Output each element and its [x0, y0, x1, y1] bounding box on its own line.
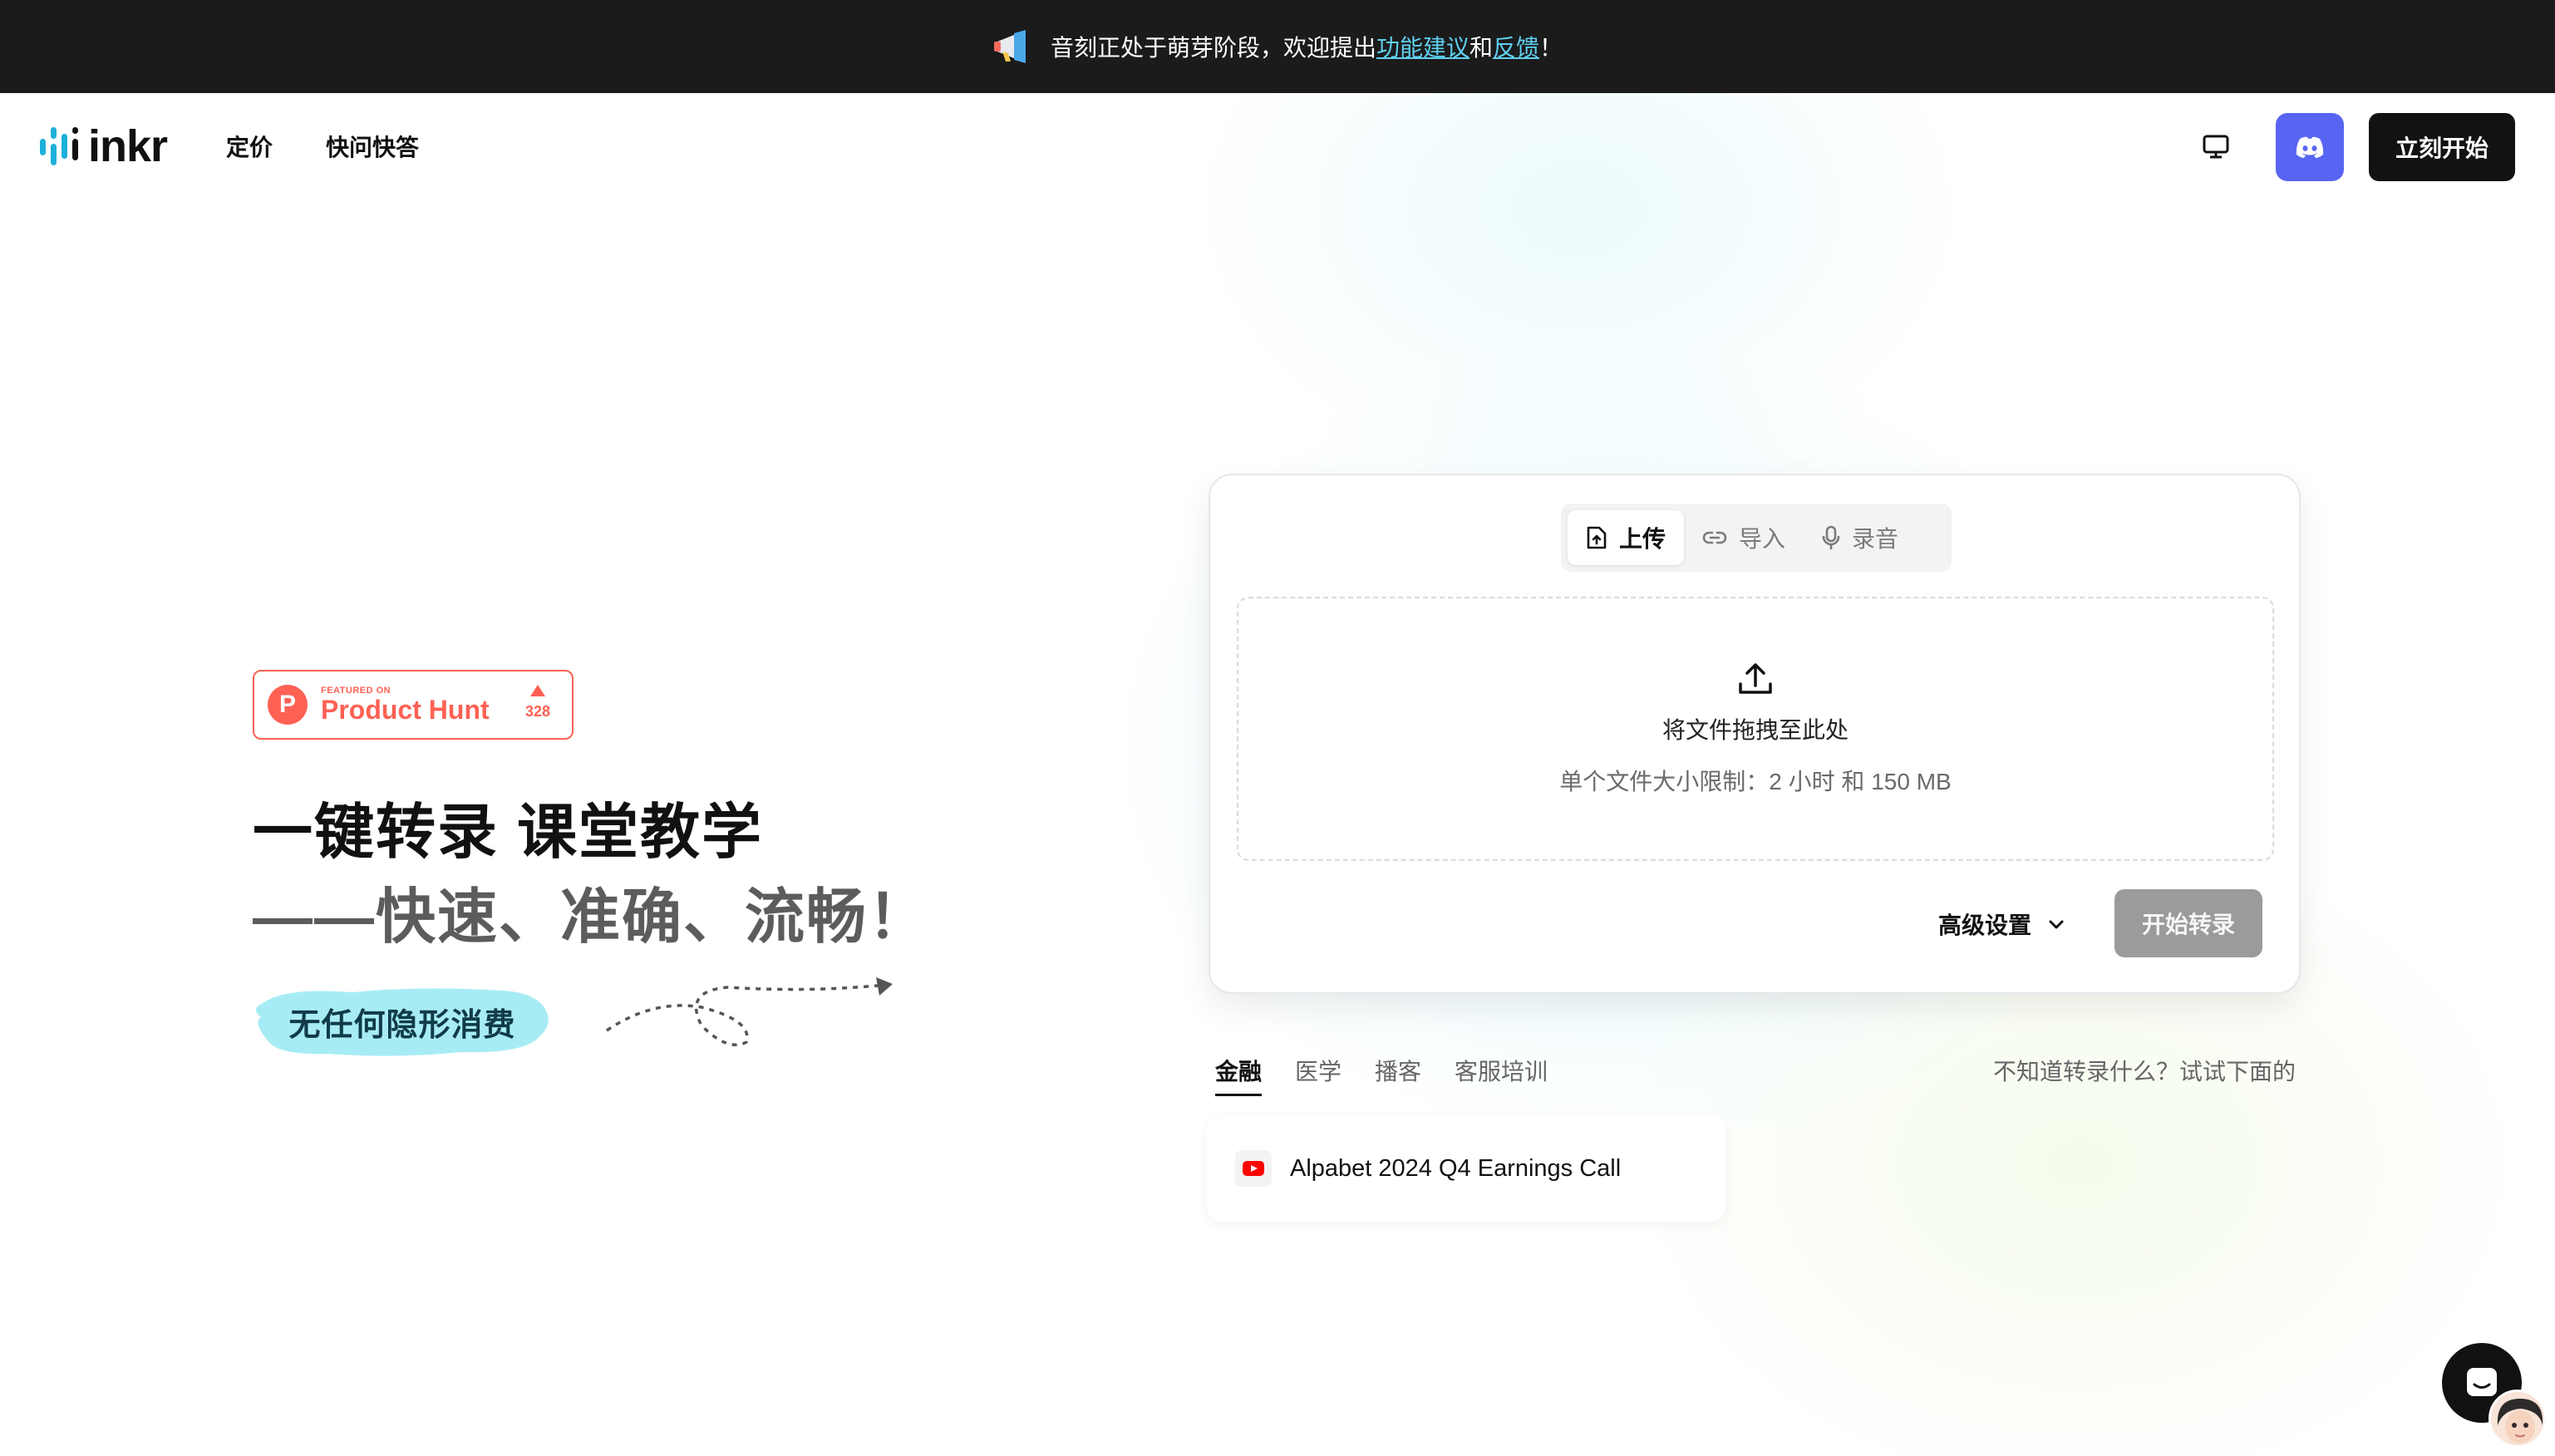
avatar-face-icon — [2491, 1392, 2544, 1445]
logo-text: inkr — [88, 121, 168, 171]
tab-import-label: 导入 — [1739, 526, 1786, 552]
link-icon — [1702, 531, 1727, 544]
discord-icon — [2296, 136, 2324, 158]
youtube-icon — [1235, 1150, 1272, 1187]
file-drop-zone[interactable]: 将文件拖拽至此处 单个文件大小限制：2 小时 和 150 MB — [1237, 597, 2274, 861]
support-avatar[interactable] — [2489, 1390, 2547, 1448]
tab-upload-label: 上传 — [1619, 526, 1666, 552]
announcement-suffix: ！ — [1539, 35, 1563, 61]
upload-icon — [1739, 663, 1772, 694]
top-nav: inkr 定价 快问快答 立刻开始 — [0, 93, 2555, 199]
chevron-down-icon — [2049, 920, 2064, 929]
logo-mark-icon — [40, 127, 78, 165]
logo[interactable]: inkr — [38, 120, 168, 173]
category-tab-medicine[interactable]: 医学 — [1295, 1054, 1341, 1096]
tab-upload[interactable]: 上传 — [1568, 510, 1685, 565]
microphone-icon — [1822, 525, 1840, 550]
megaphone-icon — [993, 30, 1026, 63]
sample-category-tabs: 金融 医学 播客 客服培训 — [1215, 1054, 1548, 1096]
announcement-and: 和 — [1469, 35, 1493, 61]
no-hidden-fees-pill: 无任何隐形消费 — [253, 984, 552, 1059]
chat-icon — [2467, 1368, 2497, 1396]
category-tab-customer-training[interactable]: 客服培训 — [1455, 1054, 1548, 1096]
upload-card: 上传 导入 录音 将文件拖拽至此处 单个文件大小限制：2 小时 和 150 MB… — [1209, 474, 2301, 994]
tab-record[interactable]: 录音 — [1804, 510, 1917, 565]
announcement-text: 音刻正处于萌芽阶段，欢迎提出 — [1050, 35, 1376, 61]
discord-button[interactable] — [2275, 113, 2344, 181]
monitor-icon — [2203, 135, 2229, 159]
start-now-button[interactable]: 立刻开始 — [2368, 113, 2515, 181]
drop-zone-title: 将文件拖拽至此处 — [1661, 717, 1849, 743]
file-size-limit: 单个文件大小限制：2 小时 和 150 MB — [1559, 769, 1952, 794]
sample-hint: 不知道转录什么？试试下面的 — [1992, 1059, 2296, 1085]
nav-link-faq[interactable]: 快问快答 — [326, 130, 419, 163]
advanced-settings-toggle[interactable]: 高级设置 — [1938, 908, 2065, 941]
feature-suggestion-link[interactable]: 功能建议 — [1376, 30, 1469, 63]
tab-import[interactable]: 导入 — [1684, 510, 1804, 565]
dashed-arrow-decoration — [606, 977, 893, 1046]
product-hunt-title: Product Hunt — [321, 695, 490, 725]
start-transcription-button[interactable]: 开始转录 — [2114, 889, 2262, 957]
product-hunt-votes: 328 — [525, 685, 550, 721]
hero-headline: 一键转录 课堂教学 — [253, 799, 764, 866]
category-tab-podcast[interactable]: 播客 — [1375, 1054, 1421, 1096]
pill-text: 无任何隐形消费 — [288, 1007, 516, 1043]
upvote-triangle-icon — [529, 685, 545, 696]
sample-item-title: Alpabet 2024 Q4 Earnings Call — [1290, 1154, 1622, 1182]
product-hunt-badge[interactable]: P FEATURED ON Product Hunt 328 — [253, 670, 574, 740]
product-hunt-icon: P — [268, 685, 308, 725]
nav-link-pricing[interactable]: 定价 — [226, 130, 273, 163]
input-mode-tabs: 上传 导入 录音 — [1561, 504, 1952, 572]
monitor-button[interactable] — [2183, 114, 2249, 180]
hero-subheadline: ——快速、准确、流畅！ — [253, 884, 930, 951]
sample-item[interactable]: Alpabet 2024 Q4 Earnings Call — [1207, 1115, 1725, 1222]
product-hunt-vote-count: 328 — [524, 703, 550, 720]
advanced-settings-label: 高级设置 — [1938, 912, 2032, 938]
file-upload-icon — [1587, 526, 1607, 549]
category-tab-finance[interactable]: 金融 — [1215, 1054, 1263, 1096]
tab-record-label: 录音 — [1852, 526, 1899, 552]
announcement-bar: 音刻正处于萌芽阶段，欢迎提出 功能建议 和 反馈 ！ — [0, 0, 2555, 93]
feedback-link[interactable]: 反馈 — [1493, 30, 1539, 63]
